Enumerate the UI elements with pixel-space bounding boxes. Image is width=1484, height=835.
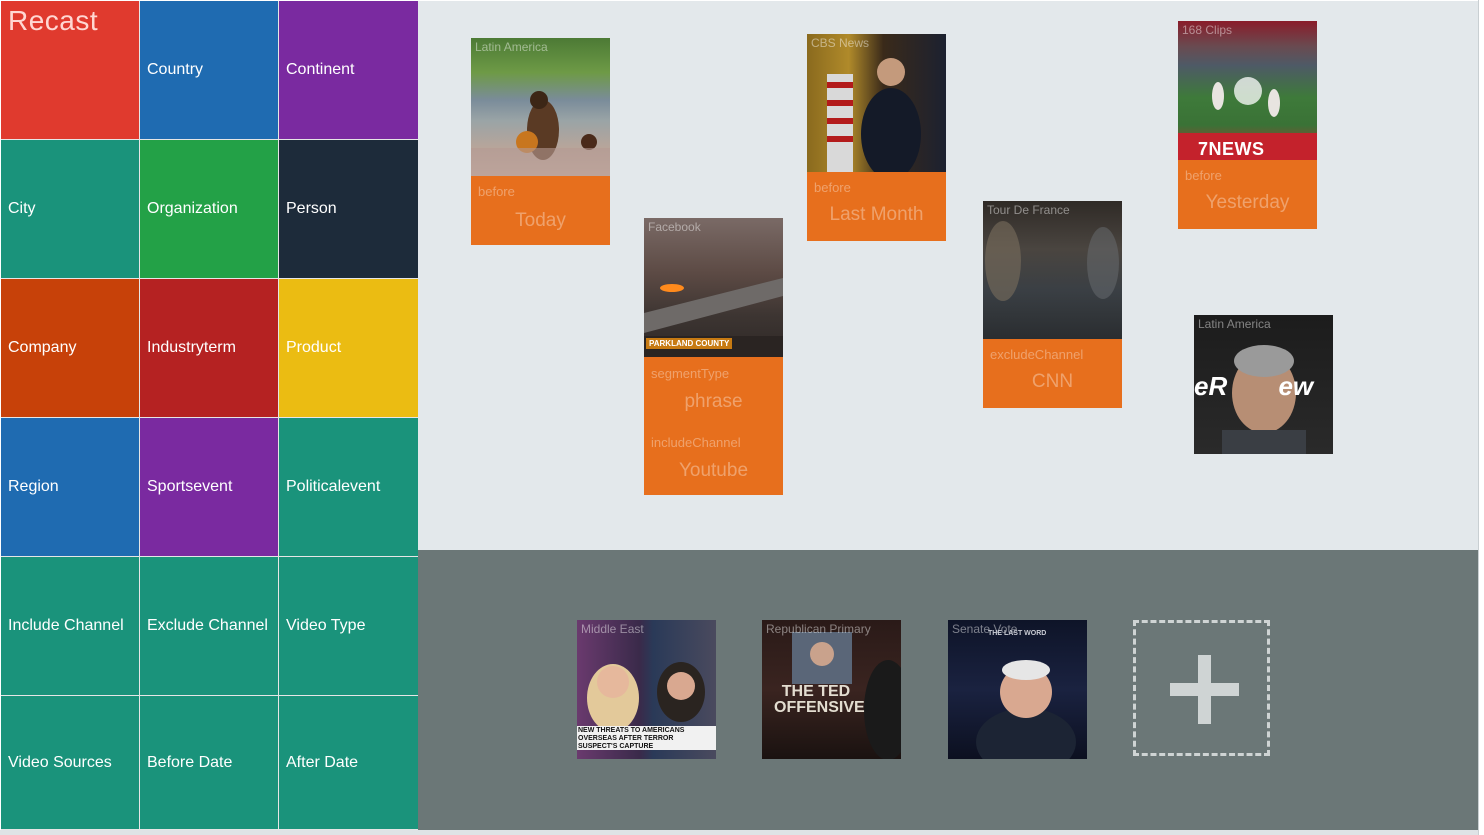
filter-value: Today bbox=[515, 210, 566, 231]
tile-city[interactable]: City bbox=[1, 140, 139, 278]
filter-value: Youtube bbox=[678, 460, 749, 481]
tile-label: Person bbox=[286, 200, 337, 217]
tile-video-type[interactable]: Video Type bbox=[279, 557, 418, 695]
video-thumbnail: Tour De France bbox=[983, 201, 1122, 339]
query-card-cbs-news[interactable]: CBS News before Last Month bbox=[807, 34, 946, 241]
tile-continent[interactable]: Continent bbox=[279, 1, 418, 139]
channel-overlay: PARKLAND COUNTY bbox=[646, 338, 733, 349]
video-thumbnail: Latin America eR ew bbox=[1194, 315, 1333, 454]
tile-person[interactable]: Person bbox=[279, 140, 418, 278]
bottom-strip bbox=[0, 830, 1484, 835]
filter-key: includeChannel bbox=[651, 435, 741, 450]
tile-product[interactable]: Product bbox=[279, 279, 418, 417]
filter-block[interactable]: before Last Month bbox=[807, 172, 946, 241]
tile-include-channel[interactable]: Include Channel bbox=[1, 557, 139, 695]
tile-label: Region bbox=[8, 478, 59, 495]
tile-label: After Date bbox=[286, 753, 359, 771]
tray-clip-senate-vote[interactable]: Senate Vote THE LAST WORD bbox=[948, 620, 1087, 759]
card-caption: CBS News bbox=[811, 36, 870, 50]
channel-overlay: THE TED OFFENSIVE bbox=[774, 683, 865, 716]
tile-company[interactable]: Company bbox=[1, 279, 139, 417]
add-clip-button[interactable] bbox=[1133, 620, 1270, 756]
tile-label: Politicalevent bbox=[286, 478, 381, 495]
filter-block[interactable]: excludeChannel CNN bbox=[983, 339, 1122, 408]
tile-label: Video Sources bbox=[8, 753, 112, 771]
card-caption: Facebook bbox=[648, 220, 701, 234]
card-caption: Tour De France bbox=[987, 203, 1070, 217]
tile-label: Industryterm bbox=[147, 339, 236, 356]
channel-overlay: 7NEWS bbox=[1198, 139, 1265, 159]
query-card-latin-america[interactable]: Latin America before Today bbox=[471, 38, 610, 245]
filter-key: before bbox=[814, 180, 851, 195]
query-card-168-clips[interactable]: 168 Clips 7NEWS before Yesterday bbox=[1178, 21, 1317, 229]
video-thumbnail: 168 Clips 7NEWS bbox=[1178, 21, 1317, 160]
app-title: Recast bbox=[8, 5, 99, 36]
tile-region[interactable]: Region bbox=[1, 418, 139, 556]
video-thumbnail: Republican Primary THE TED OFFENSIVE bbox=[762, 620, 901, 759]
tile-after-date[interactable]: After Date bbox=[279, 696, 418, 829]
video-thumbnail: Senate Vote THE LAST WORD bbox=[948, 620, 1087, 759]
tile-label: Before Date bbox=[147, 753, 233, 771]
filter-block[interactable]: segmentType phrase includeChannel Youtub… bbox=[644, 357, 783, 495]
tile-label: Country bbox=[147, 61, 204, 78]
tile-industryterm[interactable]: Industryterm bbox=[140, 279, 278, 417]
video-thumbnail: Latin America bbox=[471, 38, 610, 176]
tray-clip-republican-primary[interactable]: Republican Primary THE TED OFFENSIVE bbox=[762, 620, 901, 759]
tile-label: Video Type bbox=[286, 617, 366, 634]
tile-exclude-channel[interactable]: Exclude Channel bbox=[140, 557, 278, 695]
tile-recast[interactable]: Recast bbox=[1, 1, 139, 139]
filter-key: before bbox=[478, 184, 515, 199]
tile-label: Include Channel bbox=[8, 617, 124, 634]
tile-country[interactable]: Country bbox=[140, 1, 278, 139]
filter-value: phrase bbox=[684, 391, 743, 412]
card-caption: 168 Clips bbox=[1182, 23, 1233, 37]
tile-label: Continent bbox=[286, 61, 355, 78]
category-grid: Recast Country Continent City Organizati… bbox=[1, 1, 418, 830]
tile-sportsevent[interactable]: Sportsevent bbox=[140, 418, 278, 556]
card-caption: Latin America bbox=[1198, 317, 1271, 331]
tile-before-date[interactable]: Before Date bbox=[140, 696, 278, 829]
tray-clip-middle-east[interactable]: Middle East NEW THREATS TO AMERICANS OVE… bbox=[577, 620, 716, 759]
video-thumbnail: Middle East NEW THREATS TO AMERICANS OVE… bbox=[577, 620, 716, 759]
tile-politicalevent[interactable]: Politicalevent bbox=[279, 418, 418, 556]
window-edge bbox=[1478, 0, 1484, 835]
filter-value: Last Month bbox=[829, 204, 924, 225]
card-caption: Latin America bbox=[475, 40, 548, 54]
tile-label: City bbox=[8, 200, 36, 217]
query-card-latin-america-2[interactable]: Latin America eR ew bbox=[1194, 315, 1333, 454]
filter-key: excludeChannel bbox=[990, 347, 1084, 362]
card-caption: Middle East bbox=[581, 622, 644, 636]
tile-label: Company bbox=[8, 339, 77, 356]
tile-organization[interactable]: Organization bbox=[140, 140, 278, 278]
video-thumbnail: CBS News bbox=[807, 34, 946, 172]
video-thumbnail: Facebook PARKLAND COUNTY bbox=[644, 218, 783, 357]
tile-label: Organization bbox=[147, 200, 238, 217]
query-card-facebook[interactable]: Facebook PARKLAND COUNTY segmentType phr… bbox=[644, 218, 783, 495]
filter-key: before bbox=[1185, 168, 1222, 183]
filter-value: CNN bbox=[1031, 371, 1074, 392]
query-card-tour-de-france[interactable]: Tour De France excludeChannel CNN bbox=[983, 201, 1122, 408]
card-caption: Republican Primary bbox=[766, 622, 871, 636]
channel-overlay: THE LAST WORD bbox=[988, 630, 1047, 637]
channel-overlay: eR ew bbox=[1194, 371, 1314, 401]
filter-value: Yesterday bbox=[1205, 192, 1290, 213]
filter-block[interactable]: before Yesterday bbox=[1178, 160, 1317, 229]
tile-label: Sportsevent bbox=[147, 478, 233, 495]
tile-video-sources[interactable]: Video Sources bbox=[1, 696, 139, 829]
tile-label: Product bbox=[286, 339, 342, 356]
filter-block[interactable]: before Today bbox=[471, 176, 610, 245]
filter-key: segmentType bbox=[651, 366, 730, 381]
channel-overlay: NEW THREATS TO AMERICANS OVERSEAS AFTER … bbox=[578, 727, 685, 750]
tile-label: Exclude Channel bbox=[147, 617, 268, 634]
